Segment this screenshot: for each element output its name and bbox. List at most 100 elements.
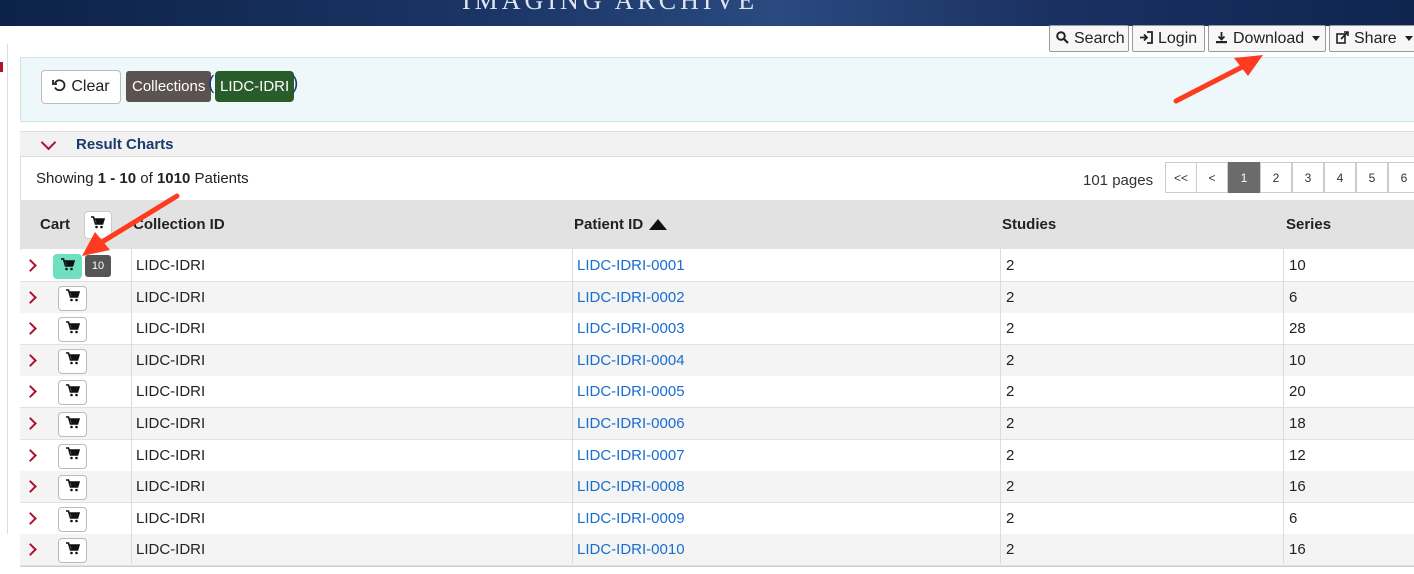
add-to-cart-button[interactable] (58, 317, 87, 343)
studies-cell: 2 (1006, 541, 1015, 559)
patient-id-link[interactable]: LIDC-IDRI-0008 (577, 478, 685, 495)
series-cell: 10 (1289, 257, 1306, 274)
clear-button-label: Clear (71, 78, 110, 95)
add-to-cart-button[interactable] (53, 254, 82, 279)
series-cell: 12 (1289, 446, 1306, 464)
page-count-label: 101 pages (1083, 172, 1154, 189)
add-to-cart-button[interactable] (58, 348, 87, 374)
filter-value-pill[interactable]: LIDC-IDRI (215, 71, 295, 102)
column-divider (1283, 249, 1284, 564)
result-charts-header[interactable] (20, 131, 1414, 157)
column-header-studies[interactable]: Studies (1002, 216, 1056, 233)
page-button-5[interactable]: 5 (1356, 162, 1388, 193)
summary-prefix: Showing (36, 170, 94, 187)
column-header-collection[interactable]: Collection ID (133, 216, 225, 233)
add-to-cart-button[interactable] (58, 443, 87, 469)
column-header-cart: Cart (40, 216, 71, 233)
add-to-cart-button[interactable] (58, 506, 87, 532)
column-header-series[interactable]: Series (1286, 216, 1331, 233)
add-to-cart-button[interactable] (58, 380, 87, 406)
table-row (20, 471, 1414, 504)
site-banner: IMAGING ARCHIVE (0, 0, 1414, 26)
cart-icon (65, 352, 80, 370)
collection-cell: LIDC-IDRI (136, 320, 206, 338)
undo-icon (52, 78, 66, 97)
summary-of: of (140, 170, 153, 187)
page-button-2[interactable]: 2 (1260, 162, 1292, 193)
series-cell: 16 (1289, 541, 1306, 559)
add-to-cart-button[interactable] (58, 285, 87, 311)
add-to-cart-button[interactable] (58, 538, 87, 564)
cart-icon (65, 542, 80, 560)
series-cell: 6 (1289, 509, 1298, 527)
studies-cell: 2 (1006, 257, 1015, 274)
collection-cell: LIDC-IDRI (136, 257, 206, 274)
patient-id-link[interactable]: LIDC-IDRI-0003 (577, 320, 685, 337)
collection-cell: LIDC-IDRI (136, 351, 206, 369)
download-button-label: Download (1233, 29, 1305, 47)
table-row (20, 250, 1414, 282)
add-to-cart-button[interactable] (58, 475, 87, 501)
series-cell: 16 (1289, 478, 1306, 496)
cart-icon (91, 216, 106, 234)
page-button-4[interactable]: 4 (1324, 162, 1356, 193)
patient-id-link[interactable]: LIDC-IDRI-0002 (577, 289, 685, 306)
share-button[interactable]: Share (1329, 25, 1414, 52)
patient-id-link[interactable]: LIDC-IDRI-0004 (577, 352, 685, 369)
table-row (20, 439, 1414, 472)
patient-id-link[interactable]: LIDC-IDRI-0005 (577, 383, 685, 400)
share-button-label: Share (1354, 29, 1397, 47)
series-cell: 6 (1289, 288, 1298, 306)
studies-cell: 2 (1006, 320, 1015, 338)
cart-icon (65, 447, 80, 465)
series-cell: 10 (1289, 351, 1306, 369)
studies-cell: 2 (1006, 509, 1015, 527)
table-header (20, 200, 1414, 249)
collection-cell: LIDC-IDRI (136, 415, 206, 432)
results-summary: Showing 1 - 10 of 1010 Patients (36, 170, 249, 187)
patient-id-link[interactable]: LIDC-IDRI-0010 (577, 541, 685, 558)
add-all-to-cart-button[interactable] (84, 211, 112, 239)
banner-title: IMAGING ARCHIVE (462, 0, 759, 15)
prev-page-button[interactable]: < (1196, 162, 1228, 193)
filter-category-pill[interactable]: Collections (126, 71, 212, 102)
summary-total: 1010 (156, 170, 191, 187)
page-button-6[interactable]: 6 (1388, 162, 1414, 193)
table-row (20, 408, 1414, 440)
table-row (20, 534, 1414, 567)
download-button[interactable]: Download (1208, 25, 1326, 52)
left-sidebar-marker (0, 62, 3, 72)
patient-id-link[interactable]: LIDC-IDRI-0009 (577, 510, 685, 527)
studies-cell: 2 (1006, 351, 1015, 369)
chevron-down-icon (1312, 36, 1321, 41)
patient-id-link[interactable]: LIDC-IDRI-0006 (577, 415, 685, 432)
clear-filters-button[interactable]: Clear (41, 70, 121, 104)
page-button-3[interactable]: 3 (1292, 162, 1324, 193)
first-page-button[interactable]: << (1165, 162, 1197, 193)
download-icon (1215, 31, 1228, 47)
patient-id-link[interactable]: LIDC-IDRI-0007 (577, 447, 685, 464)
search-button[interactable]: Search (1049, 25, 1129, 52)
result-charts-title[interactable]: Result Charts (76, 136, 174, 153)
login-icon (1139, 30, 1153, 47)
column-header-patient[interactable]: Patient ID (574, 216, 668, 233)
table-row (20, 502, 1414, 535)
login-button-label: Login (1158, 29, 1198, 47)
page-button-1[interactable]: 1 (1228, 162, 1260, 193)
login-button[interactable]: Login (1132, 25, 1205, 52)
studies-cell: 2 (1006, 478, 1015, 496)
cart-icon (65, 510, 80, 528)
collection-cell: LIDC-IDRI (136, 509, 206, 527)
cart-icon (65, 478, 80, 497)
studies-cell: 2 (1006, 415, 1015, 432)
summary-unit: Patients (194, 170, 249, 187)
patient-id-link[interactable]: LIDC-IDRI-0001 (577, 257, 685, 274)
column-header-patient-label: Patient ID (574, 216, 644, 233)
add-to-cart-button[interactable] (58, 412, 87, 437)
studies-cell: 2 (1006, 288, 1015, 306)
share-icon (1336, 30, 1349, 47)
app-root: IMAGING ARCHIVE Search Login Download Sh… (0, 0, 1414, 574)
sort-ascending-icon (649, 219, 668, 230)
filter-close-paren: ) (292, 73, 299, 94)
cart-icon (60, 257, 75, 276)
